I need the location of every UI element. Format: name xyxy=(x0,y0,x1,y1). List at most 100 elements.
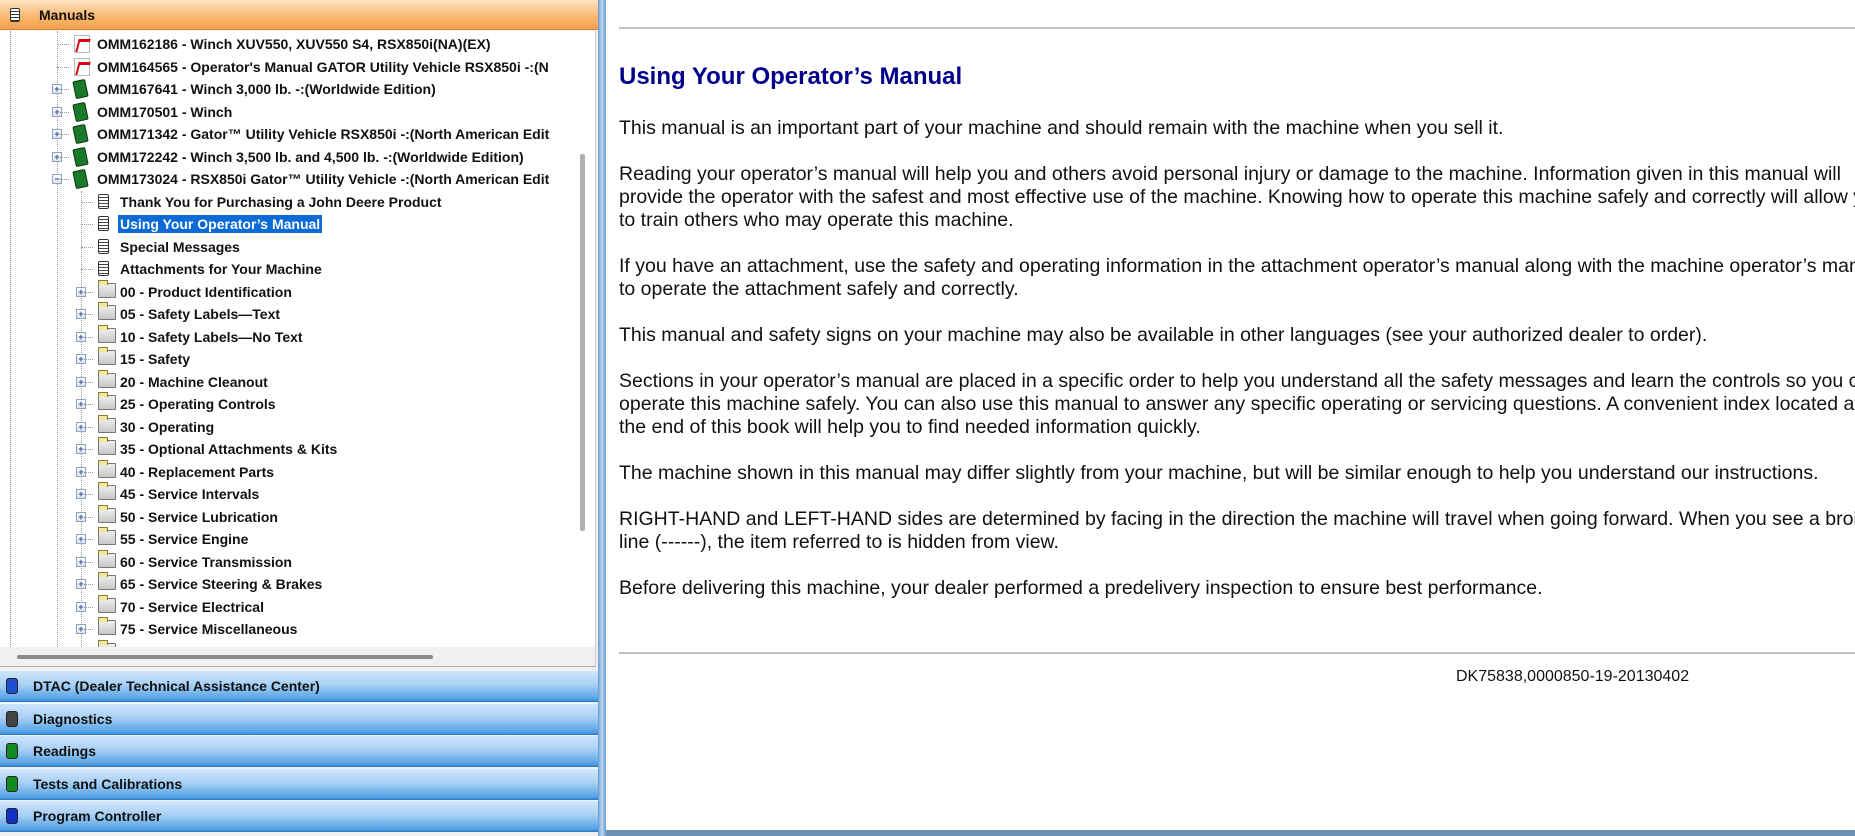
tree-item-label: Special Messages xyxy=(120,238,240,255)
tree-item[interactable]: +70 - Service Electrical xyxy=(0,594,577,618)
tree-item-label: OMM171342 - Gator™ Utility Vehicle RSX85… xyxy=(97,126,550,142)
tree-item-label: Using Your Operator’s Manual xyxy=(118,215,323,233)
tree-item[interactable]: OMM162186 - Winch XUV550, XUV550 S4, RSX… xyxy=(0,33,577,55)
book-icon xyxy=(72,123,89,145)
folder-icon xyxy=(98,369,116,388)
nav-readings[interactable]: Readings xyxy=(0,735,598,768)
tree-item[interactable]: +35 - Optional Attachments & Kits xyxy=(0,437,577,460)
tree-item[interactable]: Special Messages xyxy=(0,236,577,258)
tree-connector xyxy=(81,584,93,585)
folder-icon xyxy=(98,414,116,433)
tree-item[interactable]: +75 - Service Miscellaneous xyxy=(0,617,577,640)
tree-connector xyxy=(57,66,69,68)
tree-connector xyxy=(81,381,93,383)
nav-label: Program Controller xyxy=(33,808,162,825)
manuals-header-label: Manuals xyxy=(39,6,96,23)
tree-connector xyxy=(57,179,69,180)
tree-item[interactable]: +45 - Service Intervals xyxy=(0,482,577,505)
tree-item-label: 45 - Service Intervals xyxy=(120,486,260,502)
tree-item[interactable]: +15 - Safety xyxy=(0,347,577,370)
tree-item[interactable]: + OMM171342 - Gator™ Utility Vehicle RSX8… xyxy=(0,123,577,145)
folder-icon xyxy=(98,482,116,500)
tree-connector xyxy=(81,224,93,225)
tree-item[interactable]: +00 - Product Identification xyxy=(0,279,577,303)
tree-item-label: OMM167641 - Winch 3,000 lb. -:(Worldwide… xyxy=(97,81,436,97)
tree-item[interactable]: +65 - Service Steering & Brakes xyxy=(0,572,577,595)
tree-connector xyxy=(81,561,93,563)
tree-connector xyxy=(81,269,93,270)
tree-item-label: Attachments for Your Machine xyxy=(120,261,322,277)
tree-item[interactable]: +55 - Service Engine xyxy=(0,527,577,550)
tree-item-label: OMM164565 - Operator's Manual GATOR Util… xyxy=(97,58,549,75)
nav-tests-calibrations[interactable]: Tests and Calibrations xyxy=(0,767,598,800)
paragraph-line: Before delivering this machine, your dea… xyxy=(619,577,1543,599)
tree-connector xyxy=(57,44,69,45)
tree-item-label: 35 - Optional Attachments & Kits xyxy=(120,441,338,457)
tree-item[interactable]: − OMM173024 - RSX850i Gator™ Utility Vehi… xyxy=(0,168,577,190)
manuals-header[interactable]: Manuals xyxy=(0,0,598,30)
folder-icon xyxy=(98,392,116,410)
tree-item-label: 30 - Operating xyxy=(120,418,215,435)
manuals-tree[interactable]: OMM162186 - Winch XUV550, XUV550 S4, RSX… xyxy=(0,31,596,647)
tree-item-label: 40 - Replacement Parts xyxy=(120,463,275,480)
nav-label: DTAC (Dealer Technical Assistance Center… xyxy=(33,678,320,694)
nav-label: Tests and Calibrations xyxy=(33,775,183,792)
tree-connector xyxy=(81,516,93,518)
tree-item[interactable]: +30 - Operating xyxy=(0,414,577,438)
folder-icon xyxy=(98,617,116,635)
tree-connector xyxy=(81,246,93,248)
tree-item[interactable]: + OMM172242 - Winch 3,500 lb. and 4,500 l… xyxy=(0,146,577,168)
diagnostics-icon xyxy=(6,710,18,727)
nav-dtac[interactable]: DTAC (Dealer Technical Assistance Center… xyxy=(0,670,598,702)
tree-item-label: 25 - Operating Controls xyxy=(120,396,276,412)
left-panel: Manuals OMM162186 - Winch XUV550, XUV550… xyxy=(0,0,598,836)
horizontal-scrollbar-thumb[interactable] xyxy=(17,655,433,659)
nav-program-controller[interactable]: Program Controller xyxy=(0,800,598,833)
book-icon xyxy=(72,101,89,122)
tests-calibrations-icon xyxy=(6,775,18,792)
readings-icon xyxy=(6,743,18,760)
tree-item[interactable]: +20 - Machine Cleanout xyxy=(0,369,577,393)
tree-item[interactable]: +40 - Replacement Parts xyxy=(0,459,577,483)
tree-item[interactable]: +60 - Service Transmission xyxy=(0,549,577,573)
tree-connector xyxy=(81,629,93,630)
page-icon xyxy=(98,238,109,254)
panel-splitter[interactable] xyxy=(598,0,606,836)
tree-item[interactable]: + OMM167641 - Winch 3,000 lb. -:(Worldwid… xyxy=(0,78,577,100)
folder-icon xyxy=(98,527,116,545)
paragraph-line: Sections in your operator’s manual are p… xyxy=(619,370,1855,392)
tree-item[interactable]: +50 - Service Lubrication xyxy=(0,504,577,528)
folder-icon xyxy=(98,572,116,590)
paragraph-line: to operate the attachment safely and cor… xyxy=(619,278,1019,300)
tree-item-label: 05 - Safety Labels—Text xyxy=(120,306,281,322)
folder-icon xyxy=(98,324,116,343)
nav-diagnostics[interactable]: Diagnostics xyxy=(0,702,598,735)
tree-connector xyxy=(57,134,69,135)
tree-item[interactable]: +05 - Safety Labels—Text xyxy=(0,302,577,325)
folder-icon xyxy=(98,302,116,320)
tree-item-label: Thank You for Purchasing a John Deere Pr… xyxy=(120,193,442,210)
tree-item-label: 60 - Service Transmission xyxy=(120,553,292,570)
vertical-scrollbar[interactable] xyxy=(580,154,585,531)
paragraph-line: provide the operator with the safest and… xyxy=(619,186,1855,208)
tree-item-label: 50 - Service Lubrication xyxy=(120,508,278,525)
tree-item[interactable]: Attachments for Your Machine xyxy=(0,258,577,280)
tree-connector xyxy=(81,539,93,540)
paragraph-line: line (------), the item referred to is h… xyxy=(619,531,1059,553)
tree-item-label: 70 - Service Electrical xyxy=(120,598,264,615)
status-strip xyxy=(606,830,1855,836)
tree-item[interactable]: + OMM170501 - Winch xyxy=(0,101,577,123)
tree-item[interactable]: OMM164565 - Operator's Manual GATOR Util… xyxy=(0,56,577,78)
tree-item-label: 65 - Service Steering & Brakes xyxy=(120,576,323,592)
tree-item[interactable]: Using Your Operator’s Manual xyxy=(0,213,577,235)
tree-connector xyxy=(81,606,93,608)
tree-item[interactable]: +25 - Operating Controls xyxy=(0,392,577,415)
folder-icon xyxy=(98,459,116,478)
paragraph-line: Reading your operator’s manual will help… xyxy=(619,163,1841,185)
tree-item-label: OMM172242 - Winch 3,500 lb. and 4,500 lb… xyxy=(97,148,524,165)
document-view: Using Your Operator’s Manual This manual… xyxy=(606,0,1855,830)
tree-item[interactable]: Thank You for Purchasing a John Deere Pr… xyxy=(0,191,577,213)
paragraph-line: operate this machine safely. You can als… xyxy=(619,393,1855,415)
tree-connector xyxy=(81,426,93,428)
tree-item[interactable]: +10 - Safety Labels—No Text xyxy=(0,324,577,348)
